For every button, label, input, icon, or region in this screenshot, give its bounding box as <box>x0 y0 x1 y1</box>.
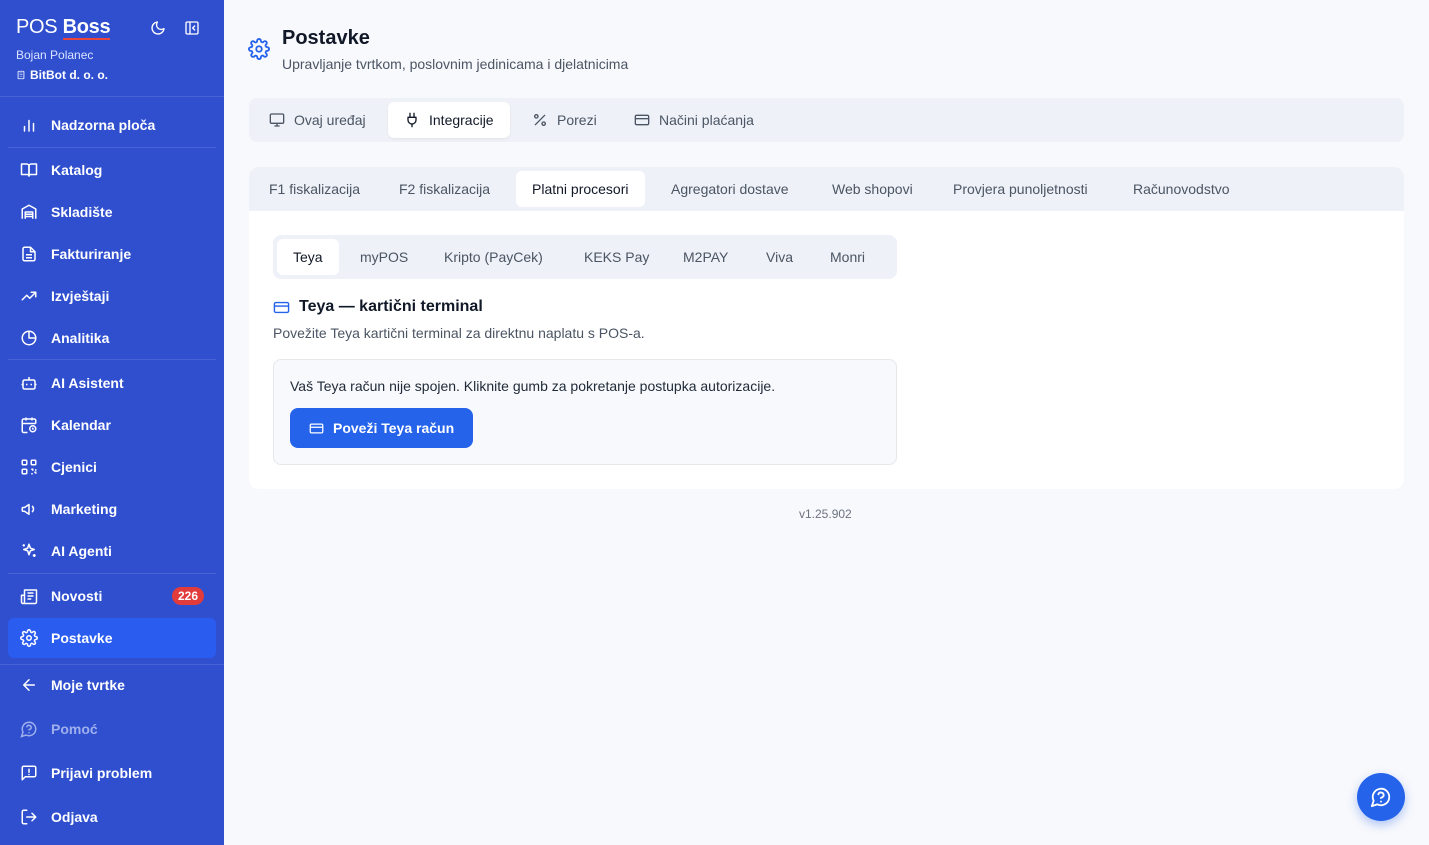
building-icon <box>17 70 25 80</box>
help-circle-icon <box>20 721 37 738</box>
tab-platni-procesori[interactable]: Platni procesori <box>516 171 645 207</box>
credit-card-icon <box>309 423 324 433</box>
gear-icon <box>20 629 38 647</box>
calendar-clock-icon <box>21 417 37 434</box>
tab-mypos[interactable]: myPOS <box>344 239 424 275</box>
connection-notice: Vaš Teya račun nije spojen. Kliknite gum… <box>273 359 897 465</box>
plug-icon <box>407 112 417 128</box>
tab-keks-pay[interactable]: KEKS Pay <box>568 239 665 275</box>
theme-moon-icon[interactable] <box>150 20 166 36</box>
tab-integracije[interactable]: Integracije <box>388 102 510 138</box>
invoice-icon <box>22 246 36 262</box>
credit-card-icon <box>634 114 650 126</box>
sidebar-item-nadzorna-ploca[interactable]: Nadzorna ploča <box>8 105 216 145</box>
page-subtitle: Upravljanje tvrtkom, poslovnim jedinicam… <box>282 56 629 72</box>
tab-viva[interactable]: Viva <box>750 239 809 275</box>
tab-f2-fiskalizacija[interactable]: F2 fiskalizacija <box>383 171 506 207</box>
sparkles-icon <box>22 543 36 557</box>
tab-agregatori-dostave[interactable]: Agregatori dostave <box>655 171 805 207</box>
help-chat-icon <box>1370 787 1391 808</box>
sidebar-item-cjenici[interactable]: Cjenici <box>8 447 216 487</box>
message-alert-icon <box>21 765 37 781</box>
integrations-card: F1 fiskalizacija F2 fiskalizacija Platni… <box>249 167 1404 489</box>
settings-tabs: Ovaj uređaj Integracije Porezi Načini pl… <box>249 98 1404 142</box>
support-chat-button[interactable] <box>1357 773 1405 821</box>
notification-badge: 226 <box>171 587 204 605</box>
tab-m2pay[interactable]: M2PAY <box>667 239 744 275</box>
sidebar-item-kalendar[interactable]: Kalendar <box>8 405 216 445</box>
section-description: Povežite Teya kartični terminal za direk… <box>273 325 645 341</box>
sidebar-item-ai-agenti[interactable]: AI Agenti <box>8 531 216 571</box>
connect-teya-button[interactable]: Poveži Teya račun <box>290 408 474 448</box>
qr-code-icon <box>21 459 37 475</box>
newspaper-icon <box>20 589 38 605</box>
sidebar-item-novosti[interactable]: Novosti 226 <box>8 576 216 616</box>
tab-ovaj-uredaj[interactable]: Ovaj uređaj <box>253 102 382 138</box>
percent-icon <box>534 114 546 126</box>
logout-icon <box>21 809 37 825</box>
tab-web-shopovi[interactable]: Web shopovi <box>816 171 929 207</box>
sidebar-item-postavke[interactable]: Postavke <box>8 618 216 658</box>
tab-nacini-placanja[interactable]: Načini plaćanja <box>618 102 770 138</box>
sidebar-item-fakturiranje[interactable]: Fakturiranje <box>8 234 216 274</box>
book-icon <box>20 163 38 177</box>
sidebar-item-izvjestaji[interactable]: Izvještaji <box>8 276 216 316</box>
tab-kripto-paycek[interactable]: Kripto (PayCek) <box>428 239 559 275</box>
bar-chart-icon <box>23 119 35 132</box>
pie-chart-icon <box>21 330 37 346</box>
sidebar-item-analitika[interactable]: Analitika <box>8 318 216 358</box>
sidebar-item-marketing[interactable]: Marketing <box>8 489 216 529</box>
brand-logo[interactable]: POS Boss <box>16 16 111 40</box>
sidebar-item-odjava[interactable]: Odjava <box>8 797 216 837</box>
sidebar-item-moje-tvrtke[interactable]: Moje tvrtke <box>8 665 216 705</box>
warehouse-icon <box>21 204 37 219</box>
app-version: v1.25.902 <box>799 507 852 521</box>
bot-icon <box>21 377 37 390</box>
collapse-sidebar-icon[interactable] <box>184 20 200 36</box>
user-name: Bojan Polanec <box>16 48 94 62</box>
tab-monri[interactable]: Monri <box>814 239 881 275</box>
tab-provjera-punoljetnosti[interactable]: Provjera punoljetnosti <box>937 171 1104 207</box>
sidebar-item-skladiste[interactable]: Skladište <box>8 192 216 232</box>
monitor-icon <box>269 113 285 127</box>
processor-tabs: Teya myPOS Kripto (PayCek) KEKS Pay M2PA… <box>273 235 897 279</box>
sidebar-item-katalog[interactable]: Katalog <box>8 150 216 190</box>
credit-card-icon <box>273 301 290 313</box>
megaphone-icon <box>21 503 35 515</box>
tab-racunovodstvo[interactable]: Računovodstvo <box>1117 171 1246 207</box>
section-title: Teya — kartični terminal <box>273 298 483 316</box>
integration-tabs: F1 fiskalizacija F2 fiskalizacija Platni… <box>249 167 1404 211</box>
company-name[interactable]: BitBot d. o. o. <box>16 68 108 82</box>
notice-text: Vaš Teya račun nije spojen. Kliknite gum… <box>290 378 776 394</box>
tab-f1-fiskalizacija[interactable]: F1 fiskalizacija <box>253 171 376 207</box>
tab-porezi[interactable]: Porezi <box>516 102 613 138</box>
sidebar-item-ai-asistent[interactable]: AI Asistent <box>8 363 216 403</box>
gear-icon <box>248 38 270 60</box>
sidebar-item-pomoc[interactable]: Pomoć <box>8 709 216 749</box>
sidebar-item-prijavi-problem[interactable]: Prijavi problem <box>8 753 216 793</box>
page-title: Postavke <box>282 27 370 49</box>
trending-up-icon <box>21 291 37 301</box>
sidebar: POS Boss Bojan Polanec BitBot d. o. o. N… <box>0 0 224 845</box>
tab-teya[interactable]: Teya <box>277 239 339 275</box>
arrow-left-icon <box>23 679 35 691</box>
